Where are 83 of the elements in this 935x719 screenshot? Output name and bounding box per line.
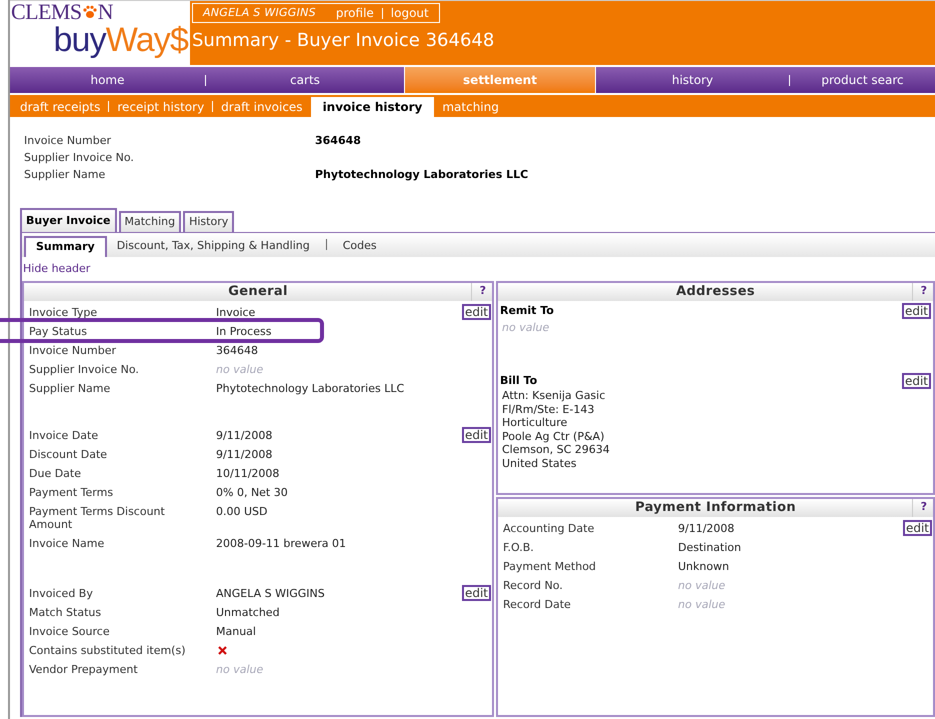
field-value: 364648 xyxy=(315,133,361,150)
field-value: Unmatched xyxy=(216,606,280,618)
sub-tab[interactable]: Summary xyxy=(24,236,107,257)
address-line: Fl/Rm/Ste: E-143 xyxy=(502,402,594,416)
field-value: Phytotechnology Laboratories LLC xyxy=(315,167,528,184)
field-value: 9/11/2008 xyxy=(216,428,272,442)
field-label: Contains substituted item(s) xyxy=(29,644,186,656)
address-heading: Bill To xyxy=(500,372,538,388)
field-label: Payment Terms Discount Amount xyxy=(29,504,165,530)
field-label: Discount Date xyxy=(29,448,108,460)
edit-button[interactable]: edit xyxy=(902,372,931,389)
field-value: In Process xyxy=(216,324,272,338)
tab[interactable]: Matching xyxy=(118,211,182,232)
empty-value: no value xyxy=(678,598,726,610)
field-label: Pay Status xyxy=(29,324,87,338)
address-line: Attn: Ksenija Gasic xyxy=(502,389,606,402)
address-line: Clemson, SC 29634 xyxy=(502,443,610,456)
help-link[interactable]: ? xyxy=(912,282,927,300)
tab[interactable]: History xyxy=(183,211,234,232)
tab[interactable]: Buyer Invoice xyxy=(20,208,117,232)
field-label: F.O.B. xyxy=(503,540,534,554)
field-value: 364648 xyxy=(216,344,258,356)
field-value: 0.00 USD xyxy=(216,504,268,520)
edit-button[interactable]: edit xyxy=(902,520,932,536)
field-label: Supplier Invoice No. xyxy=(24,150,135,166)
sub-tab[interactable]: Discount, Tax, Shipping & Handling xyxy=(106,236,320,257)
field-label: Accounting Date xyxy=(503,522,594,534)
sub-tab[interactable]: Codes xyxy=(332,236,387,257)
nav-tab[interactable]: carts xyxy=(206,67,404,93)
field-label: Invoice Date xyxy=(29,428,98,442)
field-label: Record Date xyxy=(503,598,571,610)
empty-value: no value xyxy=(501,320,550,336)
cross-icon xyxy=(218,646,227,654)
field-value: 0% 0, Net 30 xyxy=(216,486,288,498)
edit-button[interactable]: edit xyxy=(462,304,491,320)
field-label: Payment Method xyxy=(503,560,596,572)
nav-tab[interactable]: home xyxy=(10,67,205,93)
empty-value: no value xyxy=(216,662,264,676)
paw-icon xyxy=(82,4,98,20)
field-value: 10/11/2008 xyxy=(216,466,280,480)
field-label: Record No. xyxy=(503,578,563,592)
field-label: Supplier Invoice No. xyxy=(29,362,139,376)
field-label: Invoice Type xyxy=(29,306,98,318)
field-value: Invoice xyxy=(216,306,256,318)
edit-button[interactable]: edit xyxy=(902,302,931,319)
hide-header-link[interactable]: Hide header xyxy=(23,261,90,278)
nav-tab[interactable]: product searc xyxy=(790,67,935,93)
field-label: Invoice Number xyxy=(24,133,112,150)
address-heading: Remit To xyxy=(500,302,554,318)
user-name: ANGELA S WIGGINS xyxy=(203,4,316,21)
field-value: Destination xyxy=(678,540,742,554)
field-label: Supplier Name xyxy=(24,167,106,184)
field-label: Match Status xyxy=(29,606,102,618)
help-link[interactable]: ? xyxy=(470,282,486,300)
field-label: Payment Terms xyxy=(29,486,114,498)
field-value: 9/11/2008 xyxy=(678,522,734,534)
field-label: Due Date xyxy=(29,466,81,480)
panel-title: Addresses xyxy=(676,282,755,301)
field-label: Supplier Name xyxy=(29,382,110,394)
field-label: Invoice Number xyxy=(29,344,116,356)
field-value: 9/11/2008 xyxy=(216,448,272,460)
panel-title: General xyxy=(228,282,288,301)
panel-title: Payment Information xyxy=(635,498,796,517)
field-label: Invoiced By xyxy=(29,586,93,600)
page-title: Summary - Buyer Invoice 364648 xyxy=(192,29,496,53)
field-label: Invoice Source xyxy=(29,624,110,638)
address-line: Horticulture xyxy=(502,416,568,430)
field-value: 2008-09-11 brewera 01 xyxy=(216,536,346,550)
help-link[interactable]: ? xyxy=(912,498,927,516)
address-line: Poole Ag Ctr (P&A) xyxy=(502,430,604,443)
field-label: Invoice Name xyxy=(29,536,104,550)
edit-button[interactable]: edit xyxy=(462,426,491,442)
edit-button[interactable]: edit xyxy=(462,584,491,600)
field-value: Phytotechnology Laboratories LLC xyxy=(216,382,404,394)
field-value: ANGELA S WIGGINS xyxy=(216,586,325,600)
empty-value: no value xyxy=(216,362,264,376)
sub-nav-tab[interactable]: invoice history xyxy=(310,97,434,117)
field-label: Vendor Prepayment xyxy=(29,662,138,676)
empty-value: no value xyxy=(678,578,726,592)
address-line: United States xyxy=(502,456,576,470)
field-value: Manual xyxy=(216,624,256,638)
field-value: Unknown xyxy=(678,560,730,572)
nav-tab[interactable]: history xyxy=(596,67,789,93)
